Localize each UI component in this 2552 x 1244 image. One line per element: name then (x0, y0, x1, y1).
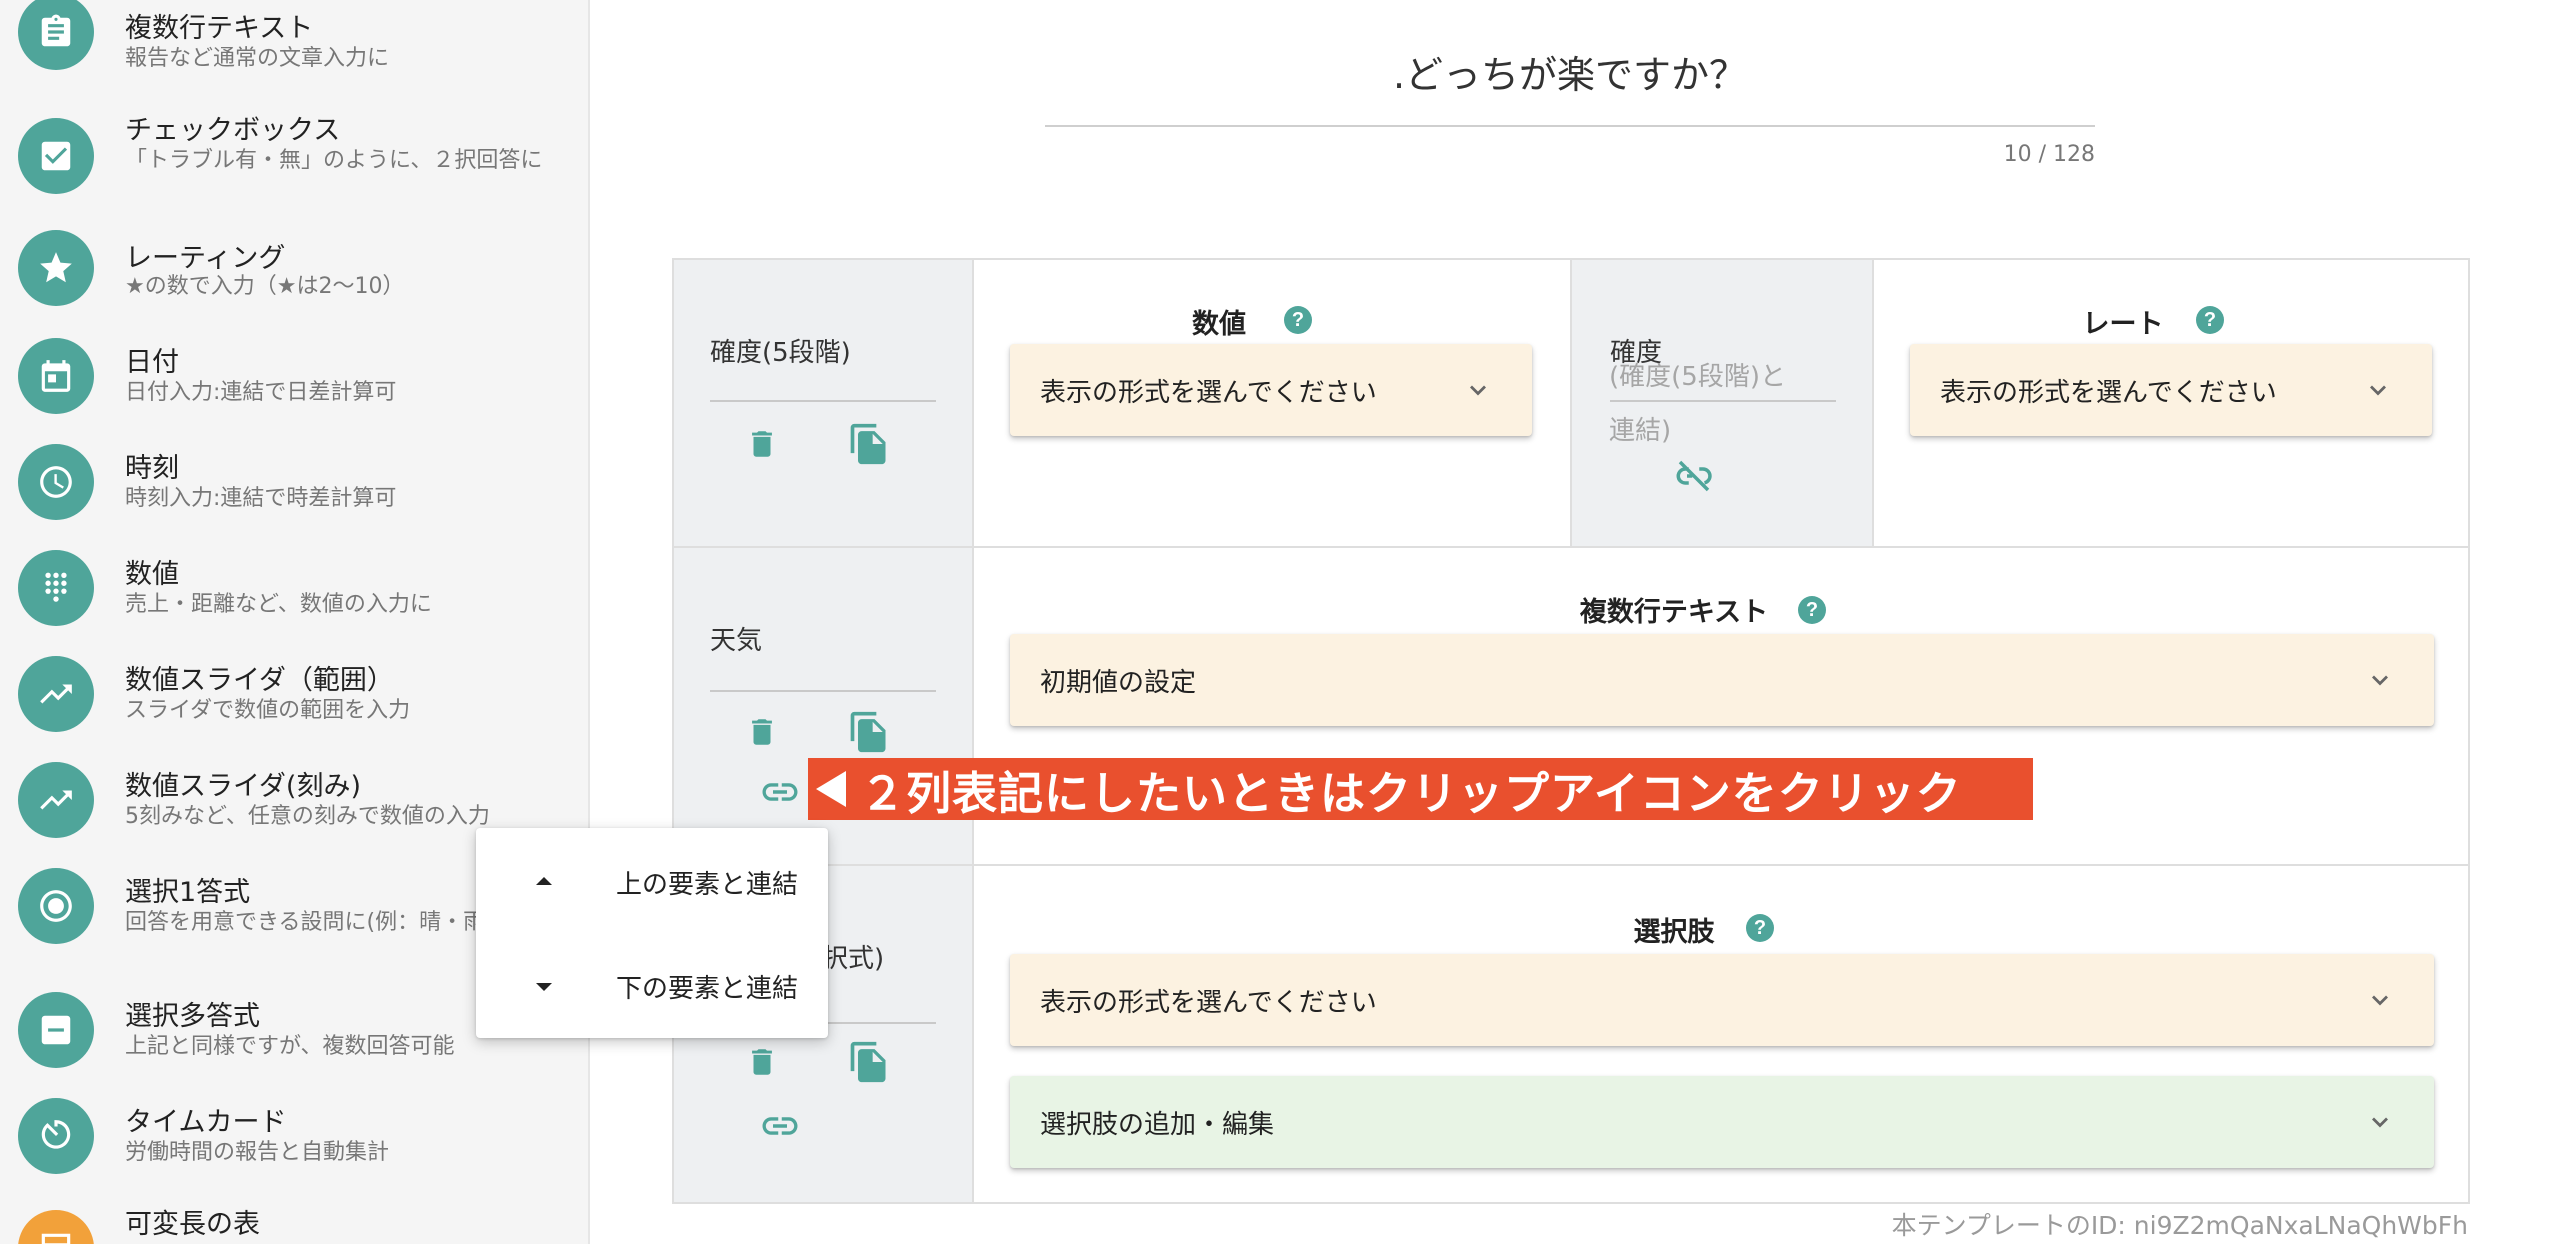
sidebar-item-title: 選択1答式 (125, 877, 251, 908)
display-format-select[interactable]: 表示の形式を選んでください (1010, 344, 1532, 436)
row2-field-label[interactable]: 天気 (710, 620, 762, 657)
chevron-down-icon (2372, 675, 2388, 686)
annotation-banner: ２列表記にしたいときはクリップアイコンをクリック (808, 758, 2033, 820)
sidebar-item-rating[interactable]: レーティング ★の数で入力（★は2〜10） (0, 230, 588, 330)
row1-rate-cell: レート ? 表示の形式を選んでください (1872, 258, 2470, 548)
sidebar-item-title: レーティング (125, 243, 286, 274)
sidebar-item-title: 数値スライダ(刻み) (125, 771, 361, 802)
clipboard-icon (18, 0, 94, 70)
section-title-rate: レート (2082, 309, 2164, 340)
sidebar-item-time[interactable]: 時刻 時刻入力:連結で時差計算可 (0, 444, 588, 544)
menu-item-label: 上の要素と連結 (615, 869, 798, 900)
star-icon (18, 230, 94, 306)
title-underline (1045, 125, 2095, 127)
multi-select-icon (18, 992, 94, 1068)
arrow-left-icon (816, 771, 846, 807)
row1-number-cell: 数値 ? 表示の形式を選んでください (972, 258, 1572, 548)
select-value: 初期値の設定 (1040, 667, 1197, 698)
trending-up-icon (18, 656, 94, 732)
link-icon[interactable] (754, 1104, 806, 1148)
sidebar-item-title: 時刻 (125, 453, 179, 484)
copy-icon[interactable] (844, 1032, 894, 1092)
chevron-down-icon (2372, 995, 2388, 1006)
select-value: 表示の形式を選んでください (1940, 377, 2277, 408)
checkbox-icon (18, 118, 94, 194)
section-title-number: 数値 (1192, 309, 1246, 340)
sidebar-item-multiline-text[interactable]: 複数行テキスト 報告など通常の文章入力に (0, 0, 588, 100)
clock-icon (18, 444, 94, 520)
sidebar-item-timecard[interactable]: タイムカード 労働時間の報告と自動集計 (0, 1098, 588, 1198)
choices-format-select[interactable]: 表示の形式を選んでください (1010, 954, 2434, 1046)
sidebar-item-title: 可変長の表 (125, 1209, 260, 1240)
sidebar-item-desc: ★の数で入力（★は2〜10） (125, 274, 405, 299)
row1-label-cell: 確度(5段階) (672, 258, 974, 548)
help-icon[interactable]: ? (1746, 914, 1774, 942)
sidebar-item-variable-table[interactable]: 可変長の表 (0, 1200, 588, 1244)
sidebar-item-desc: 労働時間の報告と自動集計 (125, 1140, 390, 1165)
link-icon[interactable] (754, 770, 806, 814)
template-id: 本テンプレートのID: ni9Z2mQaNxaLNaQhWbFh (1891, 1211, 2468, 1240)
sidebar-item-desc: 5刻みなど、任意の刻みで数値の入力 (125, 804, 490, 829)
select-value: 表示の形式を選んでください (1040, 987, 1377, 1018)
form-title[interactable]: .どっちが楽ですか？ (1045, 44, 2095, 99)
chevron-down-icon (2372, 1117, 2388, 1128)
sidebar-item-desc: 日付入力:連結で日差計算可 (125, 380, 397, 405)
copy-icon[interactable] (844, 702, 894, 762)
sidebar-item-desc: 報告など通常の文章入力に (125, 46, 390, 71)
sidebar-item-title: 数値スライダ（範囲） (125, 665, 394, 696)
sidebar: 複数行テキスト 報告など通常の文章入力に チェックボックス 「トラブル有・無」の… (0, 0, 590, 1244)
initial-value-select[interactable]: 初期値の設定 (1010, 634, 2434, 726)
caret-up-icon (536, 877, 552, 885)
choices-edit-select[interactable]: 選択肢の追加・編集 (1010, 1076, 2434, 1168)
character-counter: 10 / 128 (2003, 142, 2095, 167)
sidebar-item-desc: 「トラブル有・無」のように、２択回答に (125, 148, 543, 173)
menu-item-link-below[interactable]: 下の要素と連結 (476, 936, 828, 1036)
trending-up-icon (18, 762, 94, 838)
copy-icon[interactable] (844, 414, 894, 474)
section-title-multiline: 複数行テキスト (1579, 597, 1769, 628)
radio-button-icon (18, 868, 94, 944)
annotation-text: ２列表記にしたいときはクリップアイコンをクリック (860, 766, 1962, 820)
row2-field-underline (710, 690, 936, 692)
sidebar-item-number[interactable]: 数値 売上・距離など、数値の入力に (0, 550, 588, 650)
chevron-down-icon (2370, 385, 2386, 396)
row3-field-label[interactable]: 択式) (822, 938, 884, 975)
sidebar-item-desc: スライダで数値の範囲を入力 (125, 698, 411, 723)
section-title-choices: 選択肢 (1633, 917, 1715, 948)
sidebar-item-desc: 売上・距離など、数値の入力に (125, 592, 432, 617)
sidebar-item-title: 複数行テキスト (125, 13, 314, 44)
caret-down-icon (536, 983, 552, 991)
table-icon (18, 1210, 94, 1244)
trash-icon[interactable] (740, 704, 784, 760)
sidebar-item-checkbox[interactable]: チェックボックス 「トラブル有・無」のように、２択回答に (0, 106, 588, 206)
sidebar-item-desc: 時刻入力:連結で時差計算可 (125, 486, 397, 511)
help-icon[interactable]: ? (1798, 596, 1826, 624)
dialpad-icon (18, 550, 94, 626)
linked-note: (確度(5段階)と連結) (1609, 362, 1786, 446)
timer-icon (18, 1098, 94, 1174)
menu-item-link-above[interactable]: 上の要素と連結 (476, 832, 828, 932)
link-off-icon[interactable] (1670, 454, 1718, 498)
rate-format-select[interactable]: 表示の形式を選んでください (1910, 344, 2432, 436)
sidebar-item-title: 選択多答式 (125, 1001, 260, 1032)
trash-icon[interactable] (740, 1034, 784, 1090)
row1-field-underline (710, 400, 936, 402)
select-value: 表示の形式を選んでください (1040, 377, 1377, 408)
sidebar-item-title: チェックボックス (125, 115, 341, 146)
select-value: 選択肢の追加・編集 (1040, 1109, 1275, 1140)
trash-icon[interactable] (740, 416, 784, 472)
sidebar-item-slider-range[interactable]: 数値スライダ（範囲） スライダで数値の範囲を入力 (0, 656, 588, 756)
chevron-down-icon (1470, 385, 1486, 396)
link-context-menu: 上の要素と連結 下の要素と連結 (476, 828, 828, 1038)
calendar-icon (18, 338, 94, 414)
sidebar-item-date[interactable]: 日付 日付入力:連結で日差計算可 (0, 338, 588, 438)
menu-item-label: 下の要素と連結 (615, 973, 798, 1004)
row1-field-label[interactable]: 確度(5段階) (710, 332, 851, 369)
sidebar-item-title: 数値 (125, 559, 179, 590)
sidebar-item-title: 日付 (125, 347, 179, 378)
help-icon[interactable]: ? (1284, 306, 1312, 334)
row3-choices-cell: 選択肢 ? 表示の形式を選んでください 選択肢の追加・編集 (972, 864, 2470, 1204)
help-icon[interactable]: ? (2196, 306, 2224, 334)
sidebar-item-title: タイムカード (125, 1107, 287, 1138)
